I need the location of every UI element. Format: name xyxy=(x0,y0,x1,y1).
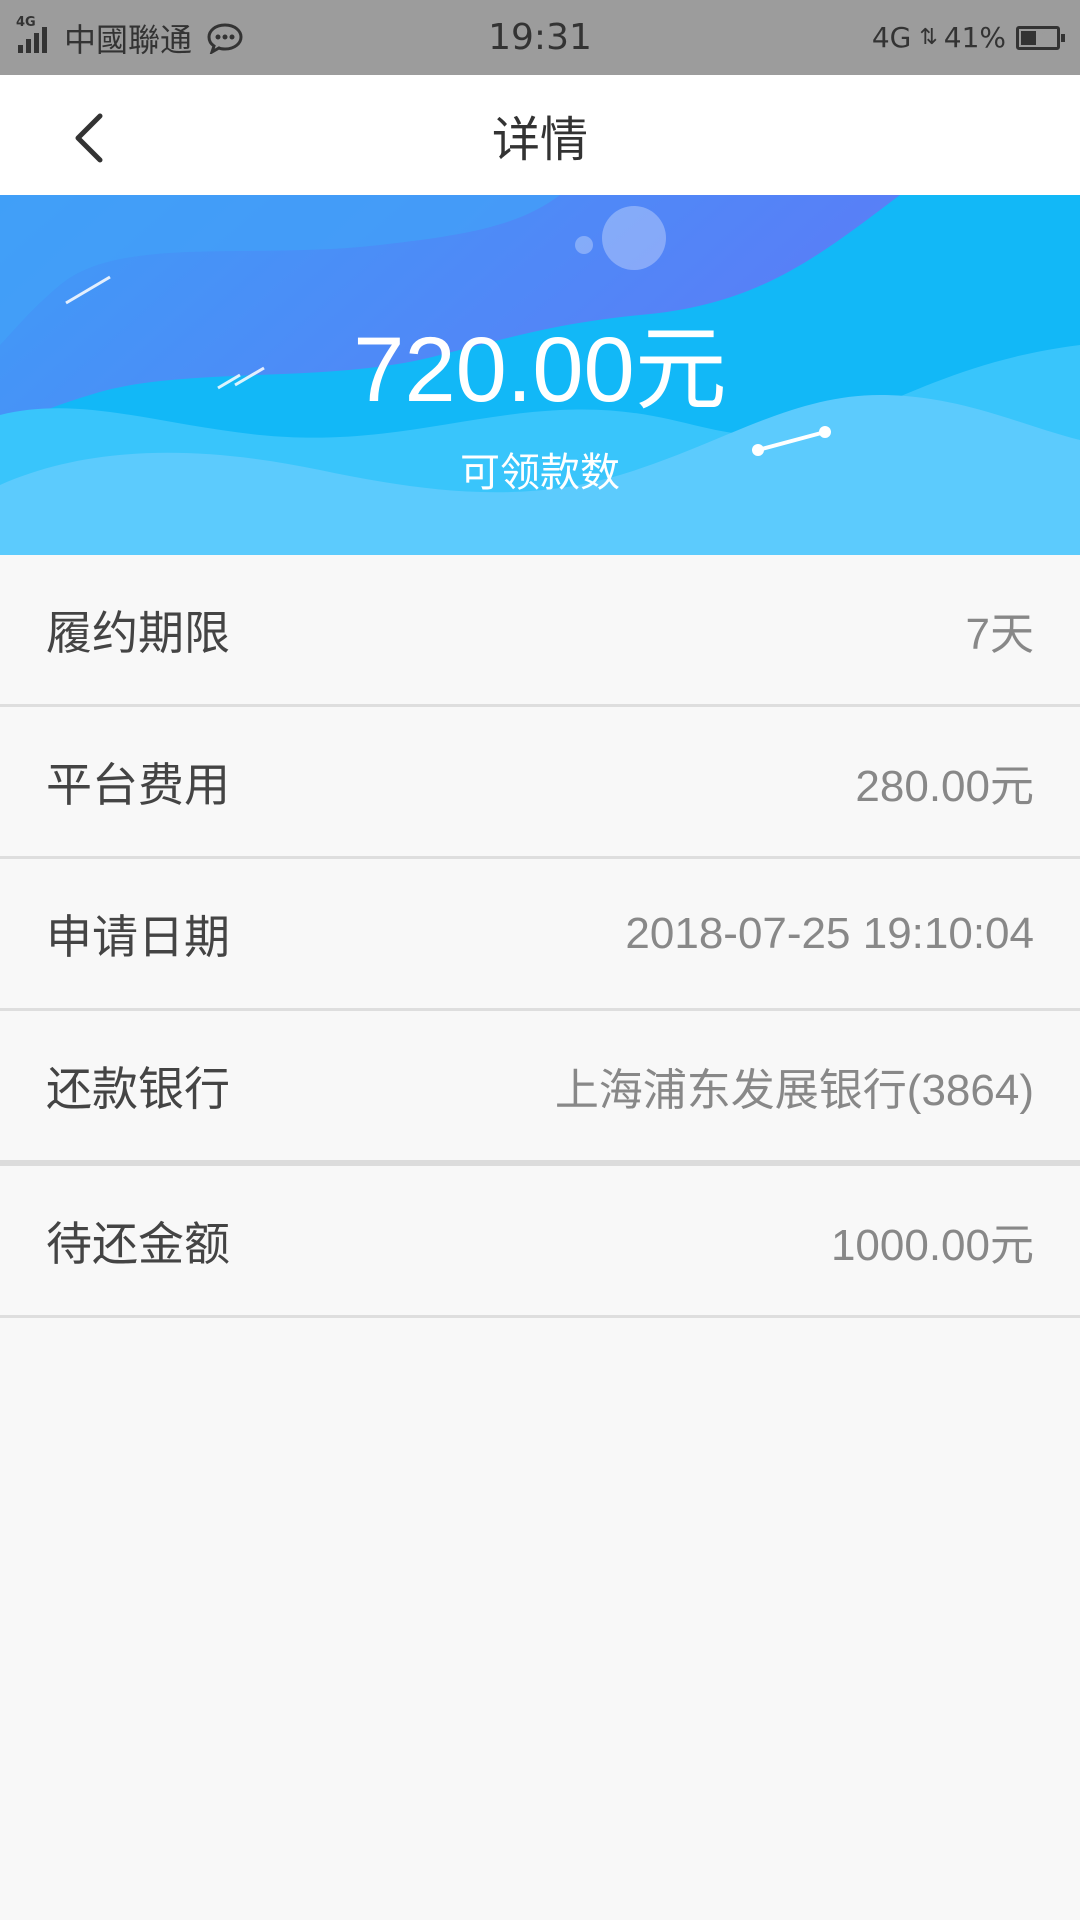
app-header: 详情 xyxy=(0,75,1080,195)
detail-label: 申请日期 xyxy=(46,909,230,964)
detail-label: 还款银行 xyxy=(46,1061,230,1116)
status-bar-right: 4G ⇅ 41% ⚡ xyxy=(871,0,1065,75)
detail-label: 待还金额 xyxy=(46,1216,230,1271)
detail-row-term: 履约期限 7天 xyxy=(0,555,1080,707)
data-arrows-icon: ⇅ xyxy=(919,25,938,50)
detail-row-apply-date: 申请日期 2018-07-25 19:10:04 xyxy=(0,859,1080,1011)
detail-value: 7天 xyxy=(965,609,1034,659)
available-amount: 720.00元 xyxy=(353,319,727,421)
page-title: 详情 xyxy=(491,112,588,168)
detail-value: 上海浦东发展银行(3864) xyxy=(554,1065,1034,1115)
detail-value: 1000.00元 xyxy=(830,1220,1034,1270)
detail-list: 履约期限 7天 平台费用 280.00元 申请日期 2018-07-25 19:… xyxy=(0,555,1080,1318)
detail-value: 2018-07-25 19:10:04 xyxy=(625,908,1034,958)
detail-value: 280.00元 xyxy=(855,761,1034,811)
battery-charging-icon: ⚡ xyxy=(1016,25,1065,51)
detail-row-platform-fee: 平台费用 280.00元 xyxy=(0,707,1080,859)
network-indicator: 4G xyxy=(871,21,912,54)
battery-level: 41% xyxy=(943,21,1006,54)
available-amount-label: 可领款数 xyxy=(460,450,620,496)
detail-label: 平台费用 xyxy=(46,757,230,812)
detail-row-amount-due: 待还金额 1000.00元 xyxy=(0,1166,1080,1318)
status-bar: 4G 中國聯通 19:31 4G ⇅ 41% ⚡ xyxy=(0,0,1080,75)
detail-row-repay-bank: 还款银行 上海浦东发展银行(3864) xyxy=(0,1011,1080,1166)
amount-banner: 720.00元 可领款数 xyxy=(0,195,1080,555)
detail-label: 履约期限 xyxy=(46,605,230,660)
